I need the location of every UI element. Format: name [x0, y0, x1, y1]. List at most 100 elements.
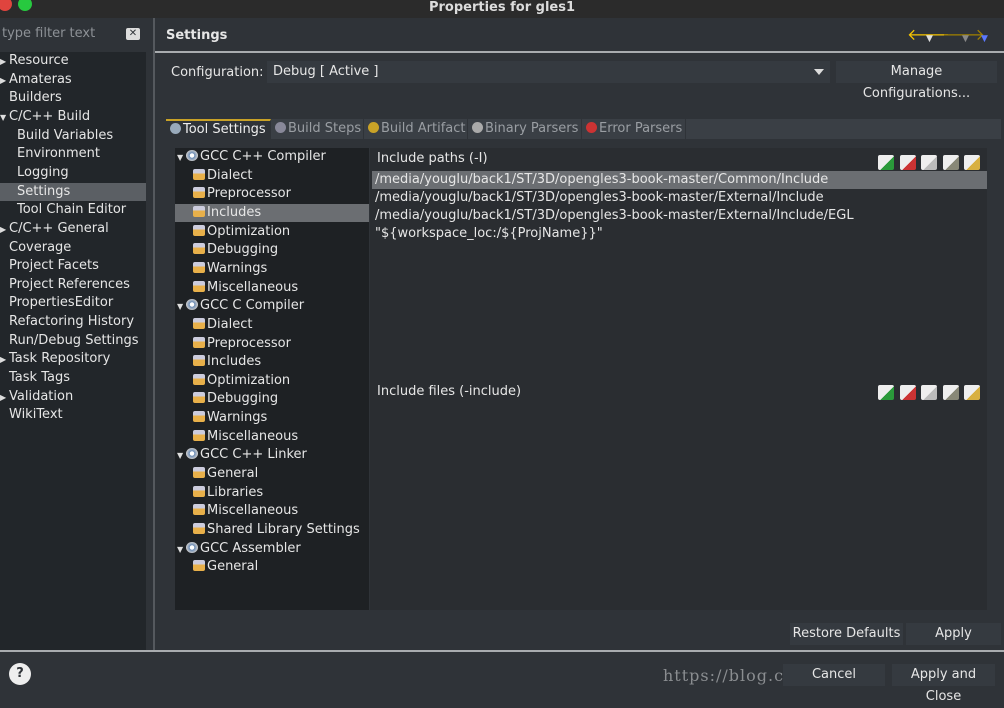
configuration-select[interactable]: Debug [ Active ]	[267, 61, 830, 83]
nav-item[interactable]: Project Facets	[0, 257, 146, 275]
tree-item[interactable]: Warnings	[193, 260, 267, 278]
tree-item[interactable]: Dialect	[193, 316, 252, 334]
view-menu-icon[interactable]: ▼	[981, 31, 988, 47]
nav-item-label: C/C++ General	[9, 220, 109, 236]
collapsed-icon[interactable]: ▶	[0, 72, 9, 90]
tree-item[interactable]: Optimization	[193, 223, 290, 241]
nav-item[interactable]: PropertiesEditor	[0, 294, 146, 312]
tree-item[interactable]: ▼ GCC Assembler	[177, 540, 301, 558]
option-folder-icon	[193, 336, 205, 348]
tree-item[interactable]: Miscellaneous	[193, 502, 298, 520]
add-icon[interactable]	[878, 155, 894, 170]
tree-item[interactable]: Libraries	[193, 484, 263, 502]
tree-item[interactable]: Debugging	[193, 241, 278, 259]
tree-item-label: Warnings	[207, 410, 268, 426]
nav-item[interactable]: ▶ Resource	[0, 52, 146, 70]
nav-item[interactable]: Logging	[0, 164, 146, 182]
help-button[interactable]: ?	[9, 663, 31, 685]
close-window-button[interactable]	[0, 0, 12, 11]
tree-item[interactable]: Dialect	[193, 167, 252, 185]
nav-item[interactable]: Build Variables	[0, 127, 146, 145]
tree-item[interactable]: Includes	[193, 353, 261, 371]
back-dropdown-icon[interactable]: ▼	[926, 31, 933, 47]
tree-item[interactable]: General	[193, 558, 258, 576]
tree-item[interactable]: General	[193, 465, 258, 483]
edit-icon[interactable]	[921, 155, 937, 170]
delete-icon[interactable]	[899, 385, 916, 400]
include-path-item[interactable]: /media/youglu/back1/ST/3D/opengles3-book…	[372, 207, 987, 225]
nav-item[interactable]: Run/Debug Settings	[0, 332, 146, 350]
expanded-icon[interactable]: ▼	[0, 109, 9, 127]
nav-item[interactable]: Builders	[0, 89, 146, 107]
nav-item[interactable]: Environment	[0, 145, 146, 163]
nav-item[interactable]: Tool Chain Editor	[0, 201, 146, 219]
tab-build-artifact[interactable]: Build Artifact	[364, 119, 468, 139]
tab-bar: Tool Settings Build Steps Build Artifact Bi…	[166, 119, 1001, 139]
expanded-icon[interactable]: ▼	[177, 447, 186, 465]
include-path-item[interactable]: "${workspace_loc:/${ProjName}}"	[372, 225, 987, 243]
expanded-icon[interactable]: ▼	[177, 541, 186, 559]
tree-item[interactable]: Preprocessor	[193, 335, 291, 353]
tree-item[interactable]: Miscellaneous	[193, 428, 298, 446]
collapsed-icon[interactable]: ▶	[0, 53, 9, 71]
delete-icon[interactable]	[899, 155, 916, 170]
include-path-item[interactable]: /media/youglu/back1/ST/3D/opengles3-book…	[372, 189, 987, 207]
nav-item[interactable]: Coverage	[0, 239, 146, 257]
nav-item[interactable]: Settings	[0, 182, 146, 201]
add-icon[interactable]	[878, 385, 894, 400]
tree-item[interactable]: Includes	[175, 203, 369, 222]
move-down-icon[interactable]	[964, 155, 980, 170]
tree-item[interactable]: Miscellaneous	[193, 279, 298, 297]
tree-item[interactable]: ▼ GCC C Compiler	[177, 297, 304, 315]
nav-item[interactable]: ▶ Validation	[0, 388, 146, 406]
nav-item[interactable]: Refactoring History	[0, 313, 146, 331]
move-down-icon[interactable]	[964, 385, 980, 400]
expanded-icon[interactable]: ▼	[177, 298, 186, 316]
collapsed-icon[interactable]: ▶	[0, 221, 9, 239]
tree-item[interactable]: Warnings	[193, 409, 267, 427]
collapsed-icon[interactable]: ▶	[0, 351, 9, 369]
tree-item[interactable]: Preprocessor	[193, 185, 291, 203]
tab-binary-parsers[interactable]: Binary Parsers	[468, 119, 582, 139]
tree-item[interactable]: Debugging	[193, 390, 278, 408]
collapsed-icon[interactable]: ▶	[0, 389, 9, 407]
tree-item-label: Dialect	[207, 167, 253, 183]
sash-divider[interactable]	[153, 18, 155, 650]
tab-tool-settings[interactable]: Tool Settings	[166, 119, 271, 139]
nav-item-label: Logging	[17, 164, 69, 180]
edit-icon[interactable]	[921, 385, 937, 400]
tree-item[interactable]: ▼ GCC C++ Compiler	[177, 148, 326, 166]
apply-and-close-button[interactable]: Apply and Close	[892, 664, 995, 704]
forward-dropdown-icon[interactable]: ▼	[962, 31, 969, 47]
tree-item[interactable]: Shared Library Settings	[193, 521, 360, 539]
filter-input[interactable]: type filter text	[0, 26, 146, 46]
apply-button[interactable]: Apply	[906, 623, 1001, 645]
nav-item[interactable]: ▶ Task Repository	[0, 350, 146, 368]
cancel-button[interactable]: Cancel	[783, 664, 885, 686]
option-folder-icon	[193, 187, 205, 199]
nav-item[interactable]: Project References	[0, 276, 146, 294]
chevron-down-icon[interactable]	[814, 69, 824, 75]
nav-item[interactable]: ▶ C/C++ General	[0, 220, 146, 238]
restore-defaults-button[interactable]: Restore Defaults	[790, 623, 903, 645]
nav-item[interactable]: ▶ Amateras	[0, 71, 146, 89]
binary-icon	[472, 122, 483, 133]
nav-item[interactable]: WikiText	[0, 406, 146, 424]
gear-icon	[186, 150, 198, 161]
manage-configurations-button[interactable]: Manage Configurations...	[836, 61, 997, 101]
tree-item[interactable]: ▼ GCC C++ Linker	[177, 446, 307, 464]
include-path-item[interactable]: /media/youglu/back1/ST/3D/opengles3-book…	[372, 171, 987, 189]
divider	[0, 650, 1004, 652]
expanded-icon[interactable]: ▼	[177, 149, 186, 167]
move-up-icon[interactable]	[942, 385, 959, 400]
tree-item-label: General	[207, 559, 259, 575]
move-up-icon[interactable]	[942, 155, 959, 170]
nav-item[interactable]: Task Tags	[0, 369, 146, 387]
property-page-tree: ▶ Resource ▶ Amateras Builders ▼ C/C++ Build Bu…	[0, 52, 146, 650]
tree-item[interactable]: Optimization	[193, 372, 290, 390]
tab-error-parsers[interactable]: Error Parsers	[582, 119, 686, 139]
maximize-window-button[interactable]	[18, 0, 32, 11]
nav-item[interactable]: ▼ C/C++ Build	[0, 108, 146, 126]
tab-build-steps[interactable]: Build Steps	[271, 119, 364, 139]
clear-filter-icon[interactable]: ✕	[126, 28, 140, 40]
